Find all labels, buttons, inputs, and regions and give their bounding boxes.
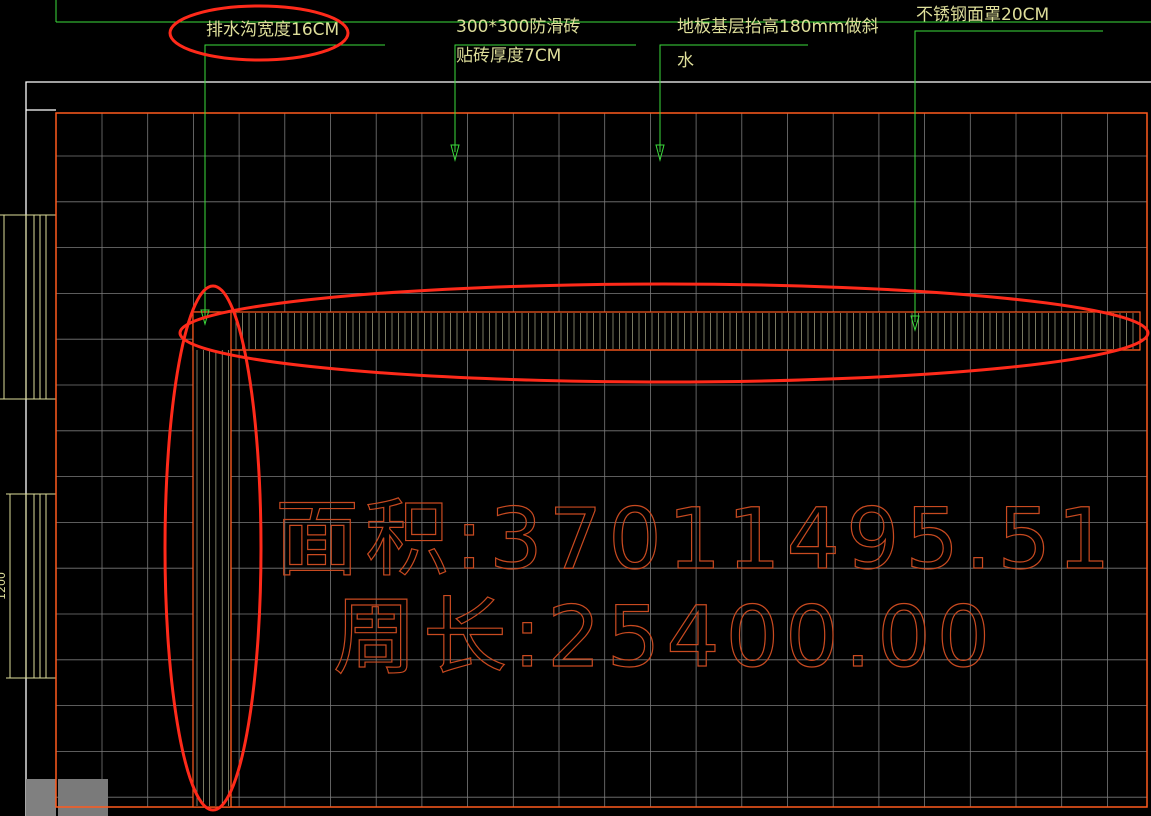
steel-cover-label: 不锈钢面罩20CM bbox=[916, 5, 1049, 25]
corner-column bbox=[26, 779, 56, 816]
window-dimension-label: 1200 bbox=[0, 572, 8, 600]
tile-spec-label: 300*300防滑砖 bbox=[456, 17, 580, 37]
floor-base-label: 地板基层抬高180mm做斜 bbox=[677, 17, 879, 37]
window-upper bbox=[0, 214, 57, 400]
leader-lines bbox=[55, 0, 1151, 332]
highlight-marks bbox=[163, 4, 1150, 812]
cad-drawing-canvas[interactable]: 1200 排水沟宽度16CM 300*300防滑砖 贴砖厚度7CM 地板基层抬高… bbox=[0, 0, 1151, 816]
area-readout: 面积:37011495.51 bbox=[275, 490, 1116, 588]
tile-thickness-label: 贴砖厚度7CM bbox=[456, 46, 561, 66]
perimeter-readout: 周长:25400.00 bbox=[333, 588, 996, 686]
drain-width-label: 排水沟宽度16CM bbox=[206, 20, 339, 40]
floor-base-label-2: 水 bbox=[677, 51, 694, 71]
drain-channel-vertical bbox=[192, 311, 232, 808]
window-lower bbox=[6, 493, 57, 679]
drain-channel-horizontal bbox=[192, 311, 1141, 351]
